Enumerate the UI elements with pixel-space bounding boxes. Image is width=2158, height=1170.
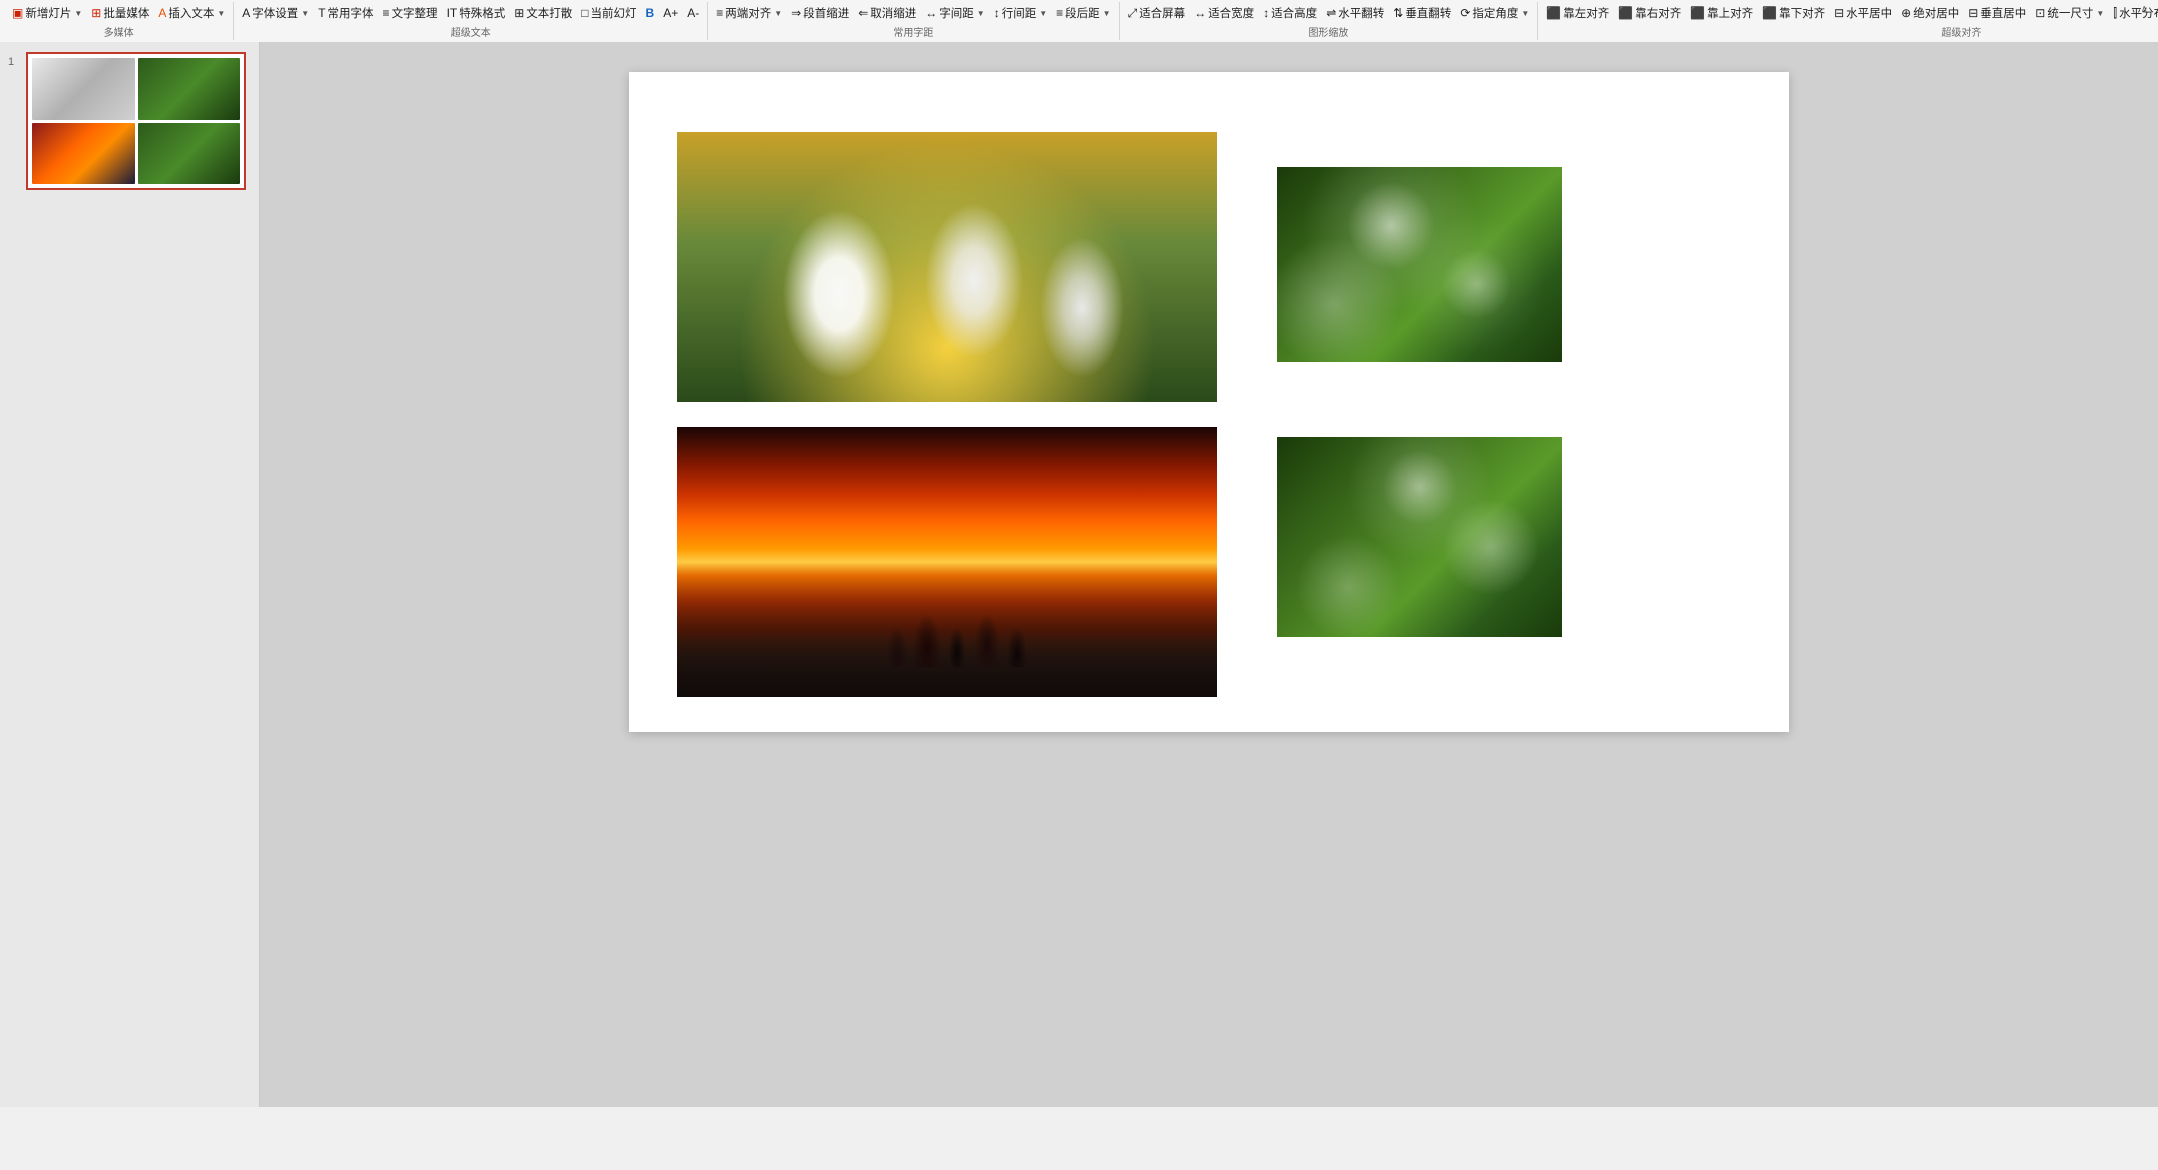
thumb-img-flowers (32, 58, 135, 120)
btn-common-font[interactable]: T 常用字体 (314, 3, 377, 23)
canvas-area[interactable] (260, 42, 2158, 1107)
btn-uniform-size[interactable]: ⊡ 统一尺寸 ▼ (2031, 3, 2108, 23)
group-spacing: ≡ 两端对齐 ▼ ⇒ 段首缩进 ⇐ 取消缩进 ↔ 字间距 ▼ (708, 2, 1119, 40)
btn-align-right[interactable]: ⬛ 靠右对齐 (1614, 3, 1685, 23)
group-scale: ⤢ 适合屏幕 ↔ 适合宽度 ↕ 适合高度 ⇌ 水平翻转 ⇅ 垂直翻转 (1120, 2, 1539, 40)
btn-fit-height[interactable]: ↕ 适合高度 (1259, 3, 1321, 23)
group-multimedia: ▣ 新增灯片 ▼ ⊞ 批量媒体 A 插入文本 ▼ 多媒体 (4, 2, 234, 40)
btn-bold[interactable]: B (642, 3, 659, 23)
btn-new-slide[interactable]: ▣ 新增灯片 ▼ (8, 3, 86, 23)
group-align: ⬛ 靠左对齐 ⬛ 靠右对齐 ⬛ 靠上对齐 ⬛ 靠下对齐 ⊟ 水平居中 (1538, 2, 2158, 40)
slide-panel: 1 (0, 42, 260, 1107)
btn-bulk-media[interactable]: ⊞ 批量媒体 (87, 3, 153, 23)
thumb-img-green2 (138, 123, 241, 185)
toolbar: ▣ 新增灯片 ▼ ⊞ 批量媒体 A 插入文本 ▼ 多媒体 A (0, 0, 2158, 42)
btn-justify[interactable]: ≡ 两端对齐 ▼ (712, 3, 786, 23)
btn-center-v[interactable]: ⊟ 垂直居中 (1964, 3, 2030, 23)
btn-center-h[interactable]: ⊟ 水平居中 (1830, 3, 1896, 23)
btn-align-left[interactable]: ⬛ 靠左对齐 (1542, 3, 1613, 23)
slide-image-green2[interactable] (1277, 437, 1562, 637)
btn-indent-out[interactable]: ⇐ 取消缩进 (854, 3, 920, 23)
btn-font-decrease[interactable]: A- (683, 3, 703, 23)
btn-fit-screen[interactable]: ⤢ 适合屏幕 (1124, 3, 1190, 23)
btn-current-slide-text[interactable]: □ 当前幻灯 (577, 3, 640, 23)
btn-text-arrange[interactable]: ≡ 文字整理 (379, 3, 442, 23)
slide-image-flowers[interactable] (677, 132, 1217, 402)
btn-align-bottom[interactable]: ⬛ 靠下对齐 (1758, 3, 1829, 23)
slide-thumbnail-wrapper: 1 (8, 52, 251, 190)
slide-number: 1 (8, 56, 22, 68)
btn-text-scatter[interactable]: ⊞ 文本打散 (510, 3, 576, 23)
btn-font-settings[interactable]: A 字体设置 ▼ (238, 3, 313, 23)
btn-fit-width[interactable]: ↔ 适合宽度 (1190, 3, 1258, 23)
btn-center-abs[interactable]: ⊕ 绝对居中 (1897, 3, 1963, 23)
slide-image-sunset[interactable] (677, 427, 1217, 697)
btn-font-increase[interactable]: A+ (659, 3, 682, 23)
btn-flip-v[interactable]: ⇅ 垂直翻转 (1389, 3, 1455, 23)
main-area: 1 (0, 42, 2158, 1107)
btn-char-spacing[interactable]: ↔ 字间距 ▼ (921, 3, 988, 23)
btn-indent-in[interactable]: ⇒ 段首缩进 (787, 3, 853, 23)
btn-special-format[interactable]: IT 特殊格式 (443, 3, 510, 23)
thumb-img-sunset (32, 123, 135, 185)
slide-thumbnail[interactable] (26, 52, 246, 190)
btn-align-top[interactable]: ⬛ 靠上对齐 (1686, 3, 1757, 23)
btn-flip-h[interactable]: ⇌ 水平翻转 (1322, 3, 1388, 23)
btn-line-spacing[interactable]: ↕ 行间距 ▼ (990, 3, 1051, 23)
thumb-img-green1 (138, 58, 241, 120)
btn-rotate-angle[interactable]: ⟳ 指定角度 ▼ (1456, 3, 1533, 23)
ribbon-collapse-button[interactable]: ∧ (2137, 2, 2152, 17)
group-supertext: A 字体设置 ▼ T 常用字体 ≡ 文字整理 IT 特殊格式 ⊞ (234, 2, 708, 40)
btn-para-spacing[interactable]: ≡ 段后距 ▼ (1052, 3, 1114, 23)
slide-canvas[interactable] (629, 72, 1789, 732)
btn-insert-text[interactable]: A 插入文本 ▼ (154, 3, 229, 23)
slide-image-green1[interactable] (1277, 167, 1562, 362)
